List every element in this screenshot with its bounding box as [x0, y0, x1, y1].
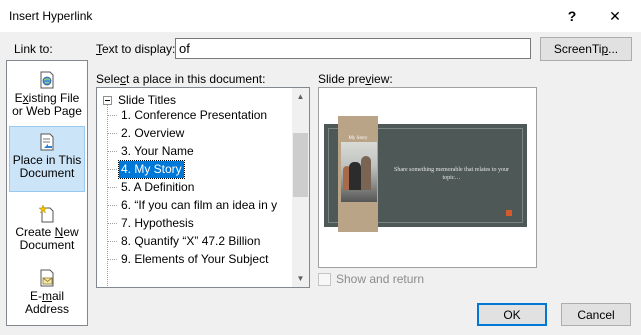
link-to-place-in-document[interactable]: Place in This Document — [9, 126, 85, 192]
cancel-button[interactable]: Cancel — [561, 303, 631, 326]
place-tree[interactable]: Slide Titles 1. Conference Presentation … — [96, 87, 310, 288]
close-button[interactable]: ✕ — [595, 0, 635, 32]
link-to-place-line2: Document — [19, 166, 75, 180]
show-and-return-checkbox[interactable]: Show and return — [318, 272, 424, 286]
tree-item[interactable]: 9. Elements of Your Subject — [119, 251, 270, 268]
slide-accent-square — [506, 210, 512, 216]
slide-body-text: Share something memorable that relates t… — [394, 167, 509, 181]
show-and-return-label: Show and return — [336, 272, 425, 286]
screentip-button[interactable]: ScreenTi p... — [540, 37, 632, 61]
link-to-panel: Existing File or Web Page Place in This … — [6, 60, 88, 326]
tree-item[interactable]: 7. Hypothesis — [119, 215, 196, 232]
link-to-create-new-line2: Document — [19, 238, 75, 252]
slide-title: My Story — [348, 136, 368, 141]
tree-branch — [108, 205, 117, 206]
tree-branch — [108, 187, 117, 188]
link-to-place-line1: Place in This — [12, 153, 82, 167]
tree-item-selected[interactable]: 4. My Story — [118, 160, 185, 179]
link-to-create-new-document[interactable]: Create New Document — [9, 199, 85, 265]
ok-button[interactable]: OK — [477, 303, 547, 326]
select-place-label: Select a place in this document: — [96, 72, 266, 86]
tree-branch — [108, 223, 117, 224]
link-to-email-line2: Address — [24, 302, 70, 316]
slide-thumbnail: My Story Share something memorable that … — [324, 116, 527, 232]
checkbox-box[interactable] — [318, 272, 331, 286]
link-to-label: Link to: — [14, 42, 53, 56]
help-button[interactable]: ? — [552, 0, 592, 32]
text-to-display-input[interactable]: of — [175, 38, 531, 59]
tree-branch — [108, 151, 117, 152]
tree-item[interactable]: 2. Overview — [119, 125, 186, 142]
tree-item[interactable]: 6. “If you can film an idea in y — [119, 197, 279, 214]
link-to-email-line1: E-mail — [29, 289, 64, 303]
photo-person — [349, 162, 361, 190]
new-document-icon — [39, 205, 54, 223]
tree-root-slide-titles[interactable]: Slide Titles — [103, 92, 176, 108]
scroll-down-arrow-icon[interactable]: ▼ — [292, 270, 309, 287]
link-to-existing-file[interactable]: Existing File or Web Page — [9, 65, 85, 131]
tree-item[interactable]: 8. Quantify “X” 47.2 Billion — [119, 233, 262, 250]
web-page-icon — [40, 71, 54, 89]
tree-item[interactable]: 5. A Definition — [119, 179, 196, 196]
scroll-thumb[interactable] — [293, 133, 308, 197]
slide-photo — [341, 142, 377, 202]
tree-root-label: Slide Titles — [118, 93, 177, 107]
tree-item[interactable]: 3. Your Name — [119, 143, 196, 160]
collapse-toggle-icon[interactable] — [103, 95, 112, 105]
slide-preview-label: Slide preview: — [318, 72, 393, 86]
link-to-existing-file-line2: or Web Page — [12, 104, 82, 118]
tree-item[interactable]: 1. Conference Presentation — [119, 107, 269, 124]
insert-hyperlink-dialog: Insert Hyperlink ? ✕ Link to: Existing F… — [0, 0, 641, 335]
tree-scrollbar[interactable]: ▲ ▼ — [292, 88, 309, 287]
tree-branch — [108, 115, 117, 116]
link-to-create-new-line1: Create New — [15, 225, 79, 239]
link-to-existing-file-line1: Existing File — [14, 91, 80, 105]
dialog-title: Insert Hyperlink — [9, 9, 93, 23]
tree-branch — [108, 241, 117, 242]
email-icon — [40, 269, 54, 287]
slide-preview-box: My Story Share something memorable that … — [318, 87, 537, 268]
document-place-icon — [40, 133, 54, 151]
photo-person — [361, 156, 371, 190]
scroll-up-arrow-icon[interactable]: ▲ — [292, 88, 309, 105]
tree-branch — [108, 133, 117, 134]
title-bar: Insert Hyperlink ? ✕ — [0, 0, 641, 32]
text-to-display-label: Text to display: — [96, 42, 176, 56]
link-to-email-address[interactable]: E-mail Address — [9, 263, 85, 329]
tree-branch — [108, 169, 117, 170]
tree-branch — [108, 259, 117, 260]
